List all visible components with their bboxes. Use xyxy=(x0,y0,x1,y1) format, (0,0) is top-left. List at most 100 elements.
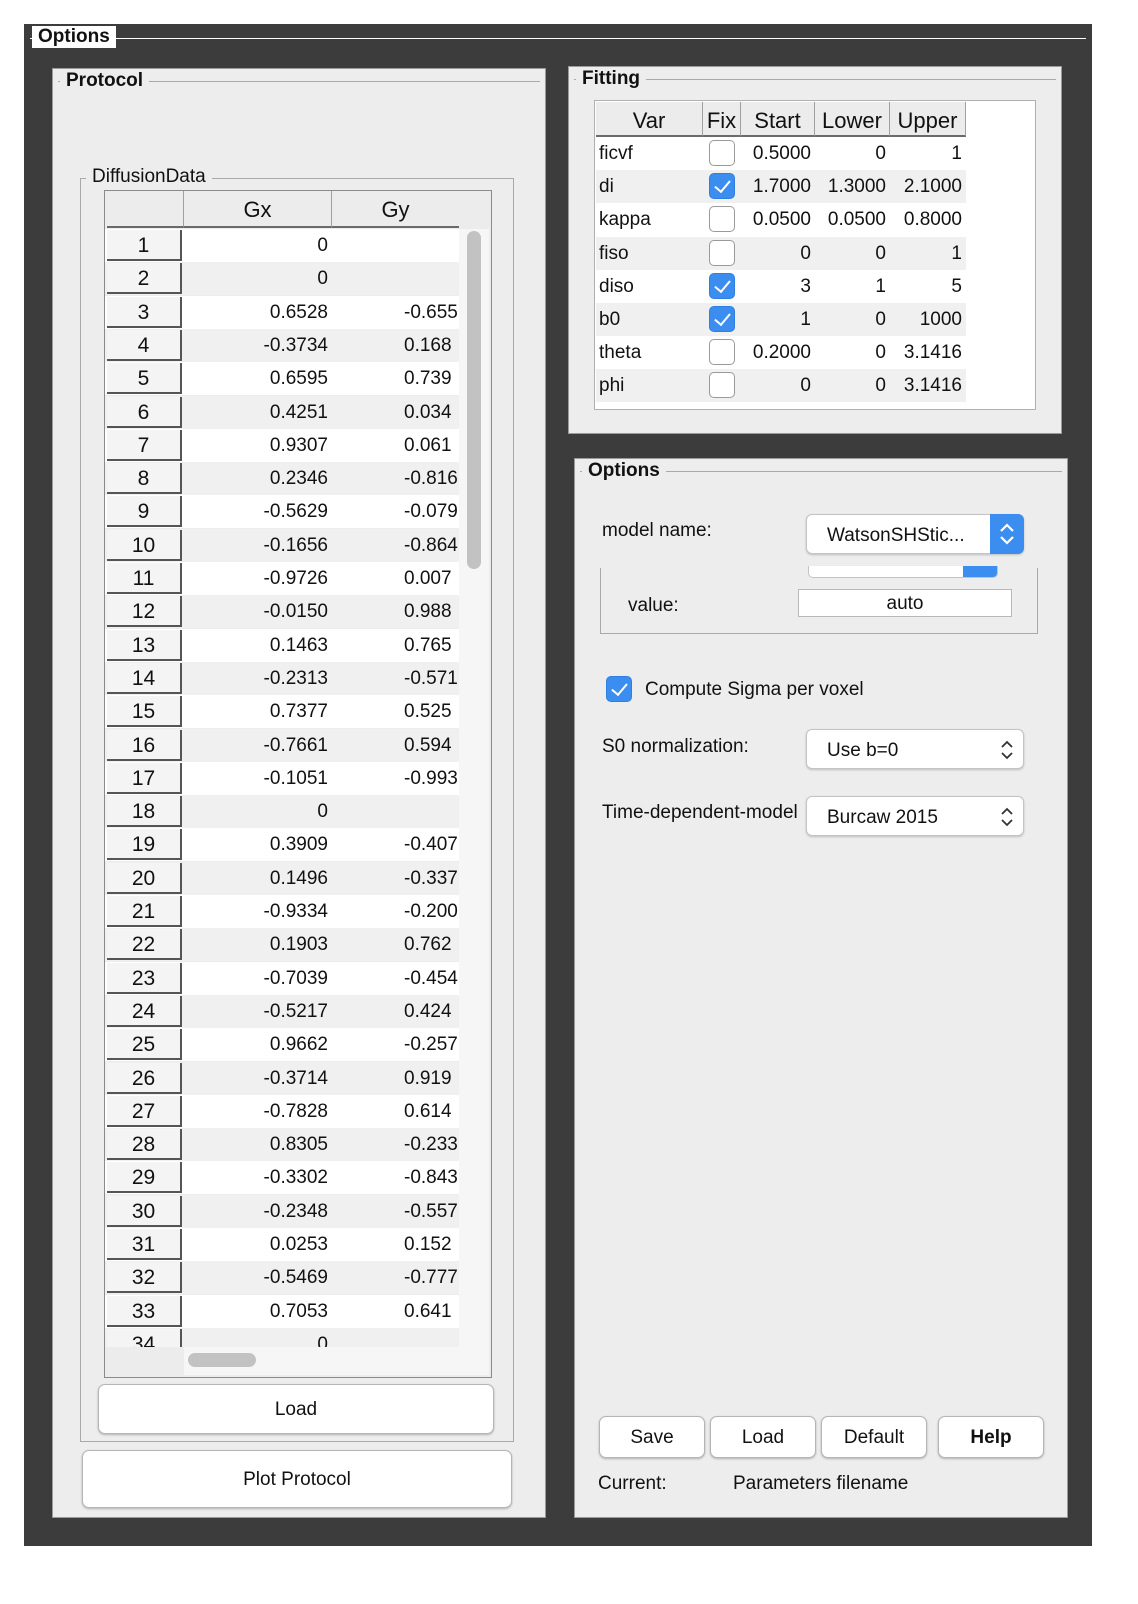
row-header[interactable]: 3 xyxy=(107,296,182,328)
cell-gx[interactable]: -0.2313 xyxy=(184,662,332,695)
fitting-cell-upper[interactable]: 1 xyxy=(890,237,966,270)
row-header[interactable]: 8 xyxy=(107,463,182,495)
table-row[interactable]: 30 -0.2348 -0.557 xyxy=(105,1194,459,1228)
cell-gy[interactable]: -0.864 xyxy=(332,529,459,562)
vertical-scrollbar-thumb[interactable] xyxy=(467,231,481,569)
row-header[interactable]: 34 xyxy=(107,1328,182,1347)
diffusion-table[interactable]: Gx Gy 1 0 2 0 3 0.6528 -0.655 4 -0.3734 0.168 5 0.6… xyxy=(104,190,492,1378)
cell-gx[interactable]: 0.6595 xyxy=(184,362,332,395)
fix-checkbox-di[interactable] xyxy=(709,173,735,200)
cell-gx[interactable]: -0.3302 xyxy=(184,1161,332,1194)
cell-gx[interactable]: 0.8305 xyxy=(184,1128,332,1161)
options-load-button[interactable]: Load xyxy=(710,1416,816,1458)
horizontal-scrollbar-thumb[interactable] xyxy=(188,1353,256,1367)
fitting-cell-lower[interactable]: 0 xyxy=(815,237,890,270)
cell-gy[interactable]: 0.061 xyxy=(332,429,459,462)
cell-gy[interactable]: 0.007 xyxy=(332,562,459,595)
cell-gx[interactable]: -0.9334 xyxy=(184,895,332,928)
model-name-dropdown[interactable]: WatsonSHStic... xyxy=(806,514,1024,554)
table-row[interactable]: 6 0.4251 0.034 xyxy=(105,395,459,429)
row-header[interactable]: 31 xyxy=(107,1229,182,1260)
row-header[interactable]: 14 xyxy=(107,662,182,694)
table-row[interactable]: 31 0.0253 0.152 xyxy=(105,1228,459,1261)
cell-gy[interactable]: -0.407 xyxy=(332,828,459,861)
options-save-button[interactable]: Save xyxy=(599,1416,705,1458)
cell-gy[interactable]: 0.034 xyxy=(332,396,459,429)
fitting-row[interactable]: fiso 0 0 1 xyxy=(596,236,966,270)
cell-gy[interactable]: 0.765 xyxy=(332,629,459,662)
options-default-button[interactable]: Default xyxy=(821,1416,927,1458)
row-header[interactable]: 23 xyxy=(107,962,182,994)
row-header[interactable]: 4 xyxy=(107,329,182,361)
fitting-cell-start[interactable]: 1.7000 xyxy=(741,170,815,203)
cell-gy[interactable]: 0.525 xyxy=(332,695,459,728)
s0-normalization-dropdown[interactable]: Use b=0 xyxy=(806,729,1024,769)
value-input[interactable]: auto xyxy=(798,589,1012,617)
table-row[interactable]: 7 0.9307 0.061 xyxy=(105,428,459,462)
row-header[interactable]: 15 xyxy=(107,696,182,728)
cell-gx[interactable]: -0.2348 xyxy=(184,1195,332,1228)
table-row[interactable]: 20 0.1496 -0.337 xyxy=(105,861,459,895)
table-row[interactable]: 29 -0.3302 -0.843 xyxy=(105,1161,459,1195)
fitting-row[interactable]: phi 0 0 3.1416 xyxy=(596,369,966,403)
table-row[interactable]: 8 0.2346 -0.816 xyxy=(105,462,459,496)
fitting-cell-lower[interactable]: 1.3000 xyxy=(815,170,890,203)
row-header[interactable]: 27 xyxy=(107,1095,182,1127)
fitting-cell-lower[interactable]: 0 xyxy=(815,336,890,369)
cell-gy[interactable]: -0.655 xyxy=(332,296,459,329)
row-header[interactable]: 10 xyxy=(107,529,182,561)
table-row[interactable]: 5 0.6595 0.739 xyxy=(105,362,459,396)
cell-gy[interactable]: 0.762 xyxy=(332,928,459,961)
vertical-scrollbar[interactable] xyxy=(459,229,489,1347)
fitting-cell-upper[interactable]: 3.1416 xyxy=(890,369,966,402)
row-header[interactable]: 22 xyxy=(107,929,182,961)
fitting-cell-upper[interactable]: 0.8000 xyxy=(890,203,966,236)
cell-gx[interactable]: 0 xyxy=(184,1328,332,1347)
cell-gx[interactable]: 0.1496 xyxy=(184,862,332,895)
fitting-header-var[interactable]: Var xyxy=(596,102,703,137)
table-row[interactable]: 33 0.7053 0.641 xyxy=(105,1294,459,1328)
row-header[interactable]: 5 xyxy=(107,363,182,395)
fitting-row[interactable]: b0 1 0 1000 xyxy=(596,303,966,336)
fitting-cell-start[interactable]: 0 xyxy=(741,369,815,402)
fitting-cell-lower[interactable]: 0 xyxy=(815,137,890,170)
table-row[interactable]: 22 0.1903 0.762 xyxy=(105,928,459,962)
cell-gx[interactable]: -0.7828 xyxy=(184,1095,332,1128)
cell-gx[interactable]: 0.3909 xyxy=(184,828,332,861)
cell-gy[interactable]: 0.739 xyxy=(332,362,459,395)
cell-gx[interactable]: 0.9662 xyxy=(184,1028,332,1061)
table-row[interactable]: 26 -0.3714 0.919 xyxy=(105,1061,459,1095)
fix-checkbox-ficvf[interactable] xyxy=(709,140,735,166)
row-header[interactable]: 33 xyxy=(107,1295,182,1327)
fitting-cell-upper[interactable]: 3.1416 xyxy=(890,336,966,369)
row-header[interactable]: 28 xyxy=(107,1129,182,1161)
cell-gy[interactable] xyxy=(332,229,459,262)
fitting-cell-upper[interactable]: 5 xyxy=(890,270,966,303)
cell-gx[interactable]: -0.1051 xyxy=(184,762,332,795)
row-header[interactable]: 16 xyxy=(107,729,182,761)
table-row[interactable]: 24 -0.5217 0.424 xyxy=(105,994,459,1028)
cell-gx[interactable]: 0 xyxy=(184,229,332,262)
row-header[interactable]: 7 xyxy=(107,429,182,461)
fitting-row[interactable]: theta 0.2000 0 3.1416 xyxy=(596,336,966,370)
row-header[interactable]: 13 xyxy=(107,629,182,661)
row-header[interactable]: 32 xyxy=(107,1262,182,1294)
cell-gx[interactable]: 0.2346 xyxy=(184,462,332,495)
fitting-cell-upper[interactable]: 1000 xyxy=(890,303,966,336)
fitting-cell-start[interactable]: 0.0500 xyxy=(741,203,815,236)
cell-gy[interactable]: 0.594 xyxy=(332,729,459,762)
fitting-header-lower[interactable]: Lower xyxy=(815,102,890,137)
cell-gy[interactable]: 0.641 xyxy=(332,1295,459,1328)
table-row[interactable]: 21 -0.9334 -0.200 xyxy=(105,895,459,928)
row-header[interactable]: 20 xyxy=(107,862,182,894)
cell-gx[interactable]: -0.1656 xyxy=(184,529,332,562)
fix-checkbox-fiso[interactable] xyxy=(709,239,735,266)
table-row[interactable]: 12 -0.0150 0.988 xyxy=(105,595,459,629)
fix-checkbox-diso[interactable] xyxy=(709,272,735,299)
fitting-table[interactable]: Var Fix Start Lower Upper ficvf 0.5000 0 1 di 1.70… xyxy=(596,102,968,405)
row-header[interactable]: 17 xyxy=(107,762,182,794)
time-dependent-model-dropdown[interactable]: Burcaw 2015 xyxy=(806,796,1024,836)
cell-gx[interactable]: 0.1903 xyxy=(184,928,332,961)
fix-checkbox-theta[interactable] xyxy=(709,339,735,366)
cell-gx[interactable]: 0 xyxy=(184,262,332,295)
